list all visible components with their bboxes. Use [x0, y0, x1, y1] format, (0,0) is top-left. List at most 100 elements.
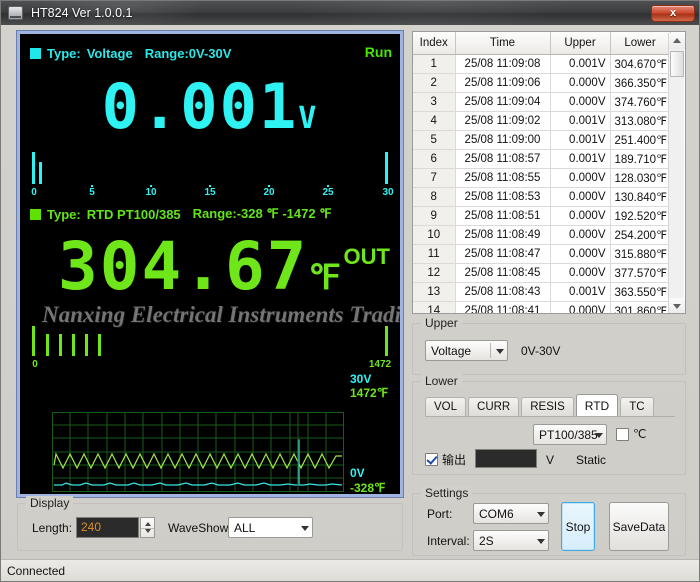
lower-bar-segment [59, 334, 62, 356]
column-header-index[interactable]: Index [413, 32, 456, 55]
cell-time: 25/08 11:08:57 [455, 149, 551, 169]
cell-time: 25/08 11:08:53 [455, 187, 551, 207]
table-row[interactable]: 9 25/08 11:08:51 0.000V 192.520℉ [413, 206, 671, 226]
upper-group-title: Upper [421, 316, 462, 330]
cell-upper: 0.001V [550, 111, 611, 131]
upper-tick-label: 30 [382, 187, 394, 198]
stop-button[interactable]: Stop [561, 502, 595, 551]
cell-lower: 301.860℉ [610, 301, 671, 313]
cell-lower: 251.400℉ [610, 130, 671, 150]
stepper-down-icon[interactable] [145, 529, 151, 533]
cell-upper: 0.001V [550, 282, 611, 302]
table-row[interactable]: 13 25/08 11:08:43 0.001V 363.550℉ [413, 282, 671, 302]
lower-channel-color-swatch [30, 208, 41, 220]
tab-resis[interactable]: RESIS [521, 397, 574, 416]
table-row[interactable]: 2 25/08 11:09:06 0.000V 366.350℉ [413, 73, 671, 93]
rtd-sensor-select[interactable]: PT100/385 [533, 424, 607, 445]
length-stepper[interactable] [140, 517, 155, 538]
lower-range-label: Range:-328 ℉ -1472 ℉ [192, 206, 332, 221]
upper-type-label: Type: [47, 46, 81, 61]
lower-value-readout: 304.67℉ [20, 234, 400, 311]
table-row[interactable]: 10 25/08 11:08:49 0.000V 254.200℉ [413, 225, 671, 245]
cell-upper: 0.000V [550, 301, 611, 313]
table-row[interactable]: 7 25/08 11:08:55 0.000V 128.030℉ [413, 168, 671, 188]
length-label: Length: [32, 521, 73, 535]
table-row[interactable]: 4 25/08 11:09:02 0.001V 313.080℉ [413, 111, 671, 131]
cell-time: 25/08 11:08:41 [455, 301, 551, 313]
upper-tick-label: 20 [263, 187, 275, 198]
upper-type-select-value: Voltage [431, 343, 472, 358]
celsius-label: ℃ [633, 427, 647, 441]
settings-group-title: Settings [421, 486, 473, 500]
table-row[interactable]: 11 25/08 11:08:47 0.000V 315.880℉ [413, 244, 671, 264]
close-icon[interactable]: x [651, 4, 695, 22]
tab-curr[interactable]: CURR [468, 397, 520, 416]
upper-bar-segment [32, 152, 35, 184]
column-header-lower[interactable]: Lower [610, 32, 671, 55]
tab-rtd[interactable]: RTD [575, 394, 619, 416]
lower-bar-end [385, 326, 388, 356]
lower-bargraph: 0 1472 [28, 324, 392, 370]
upper-value-readout: 0.001V [20, 76, 400, 150]
length-input[interactable]: 240 [76, 517, 139, 538]
table-row[interactable]: 5 25/08 11:09:00 0.001V 251.400℉ [413, 130, 671, 150]
cell-upper: 0.000V [550, 225, 611, 245]
scroll-up-icon[interactable] [669, 33, 685, 49]
table-row[interactable]: 8 25/08 11:08:53 0.000V 130.840℉ [413, 187, 671, 207]
cell-lower: 363.550℉ [610, 282, 671, 302]
tab-vol[interactable]: VOL [425, 397, 467, 416]
tab-tc[interactable]: TC [620, 397, 654, 416]
cell-lower: 304.670℉ [610, 54, 671, 74]
upper-range-label: Range:0V-30V [144, 46, 232, 61]
cell-index: 3 [413, 92, 456, 112]
scroll-down-icon[interactable] [669, 298, 685, 313]
upper-bar-end [385, 152, 388, 184]
upper-type-select[interactable]: Voltage [425, 340, 508, 361]
table-row[interactable]: 12 25/08 11:08:45 0.000V 377.570℉ [413, 263, 671, 283]
cell-upper: 0.001V [550, 54, 611, 74]
celsius-checkbox[interactable]: ℃ [616, 427, 646, 441]
cell-time: 25/08 11:08:45 [455, 263, 551, 283]
cell-upper: 0.000V [550, 92, 611, 112]
port-select-value: COM6 [479, 506, 514, 521]
cell-upper: 0.001V [550, 130, 611, 150]
lower-scale-min-label: 0 [32, 359, 38, 370]
column-header-upper[interactable]: Upper [550, 32, 611, 55]
chevron-down-icon [496, 348, 504, 354]
output-mode-text: Static [576, 453, 607, 467]
chevron-down-icon [301, 525, 309, 531]
cell-time: 25/08 11:09:00 [455, 130, 551, 150]
output-value-input[interactable] [475, 449, 537, 468]
waveshow-select[interactable]: ALL [228, 517, 313, 538]
column-header-time[interactable]: Time [455, 32, 551, 55]
table-row[interactable]: 14 25/08 11:08:41 0.000V 301.860℉ [413, 301, 671, 313]
waveform-svg [52, 412, 344, 492]
scrollbar-thumb[interactable] [670, 51, 684, 77]
cell-time: 25/08 11:08:49 [455, 225, 551, 245]
cell-index: 9 [413, 206, 456, 226]
title-bar: HT824 Ver 1.0.0.1 x [1, 1, 699, 25]
waveshow-label: WaveShow [168, 521, 229, 535]
table-row[interactable]: 3 25/08 11:09:04 0.000V 374.760℉ [413, 92, 671, 112]
table-row[interactable]: 6 25/08 11:08:57 0.001V 189.710℉ [413, 149, 671, 169]
output-checkbox[interactable]: 输出 [425, 451, 466, 468]
measurement-table[interactable]: Index Time Upper Lower 1 25/08 11:09:08 0.… [412, 31, 686, 314]
chevron-down-icon [537, 511, 545, 517]
cell-time: 25/08 11:09:02 [455, 111, 551, 131]
sensor-type-tabs: VOL CURR RESIS RTD TC [425, 394, 656, 416]
cell-index: 11 [413, 244, 456, 264]
cell-time: 25/08 11:09:06 [455, 73, 551, 93]
table-scrollbar[interactable] [668, 33, 685, 313]
stepper-up-icon[interactable] [145, 522, 151, 526]
save-data-button[interactable]: SaveData [609, 502, 669, 551]
chevron-down-icon [537, 538, 545, 544]
cell-index: 6 [413, 149, 456, 169]
cell-time: 25/08 11:08:55 [455, 168, 551, 188]
lcd-screen: Type: Voltage Range:0V-30V Run 0.001V 0 [20, 34, 400, 494]
interval-select-value: 2S [479, 533, 494, 548]
cell-time: 25/08 11:08:43 [455, 282, 551, 302]
port-select[interactable]: COM6 [473, 503, 549, 524]
interval-select[interactable]: 2S [473, 530, 549, 551]
table-row[interactable]: 1 25/08 11:09:08 0.001V 304.670℉ [413, 54, 671, 74]
cell-time: 25/08 11:09:08 [455, 54, 551, 74]
